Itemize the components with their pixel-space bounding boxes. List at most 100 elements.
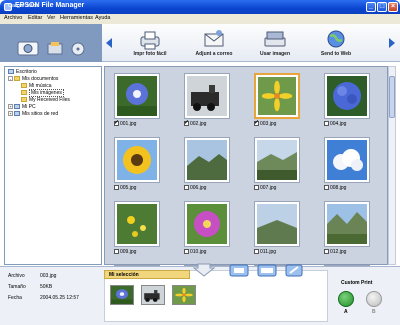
archivo-label: Archivo <box>8 273 25 279</box>
adjunt-correo-button[interactable]: Adjunt a correo <box>184 51 244 57</box>
selection-tab[interactable]: Mi selección <box>104 270 190 279</box>
photo-locomotive <box>187 76 227 116</box>
expand-node[interactable]: + <box>8 104 13 110</box>
thumbnail-image[interactable] <box>254 137 300 183</box>
thumbnail-006[interactable]: 006.jpg <box>178 131 236 195</box>
thumbnail-checkbox[interactable] <box>114 119 119 127</box>
maximize-button[interactable]: □ <box>377 2 387 12</box>
expand-node[interactable]: + <box>8 111 13 117</box>
thumbnail-image[interactable] <box>114 73 160 119</box>
menu-ayuda[interactable]: Ayuda <box>95 15 111 21</box>
custom-print-a-button[interactable] <box>338 291 354 307</box>
folder-icon <box>21 97 27 103</box>
thumbnail-image[interactable] <box>254 73 300 119</box>
thumbnail-caption: 011.jpg <box>254 249 276 255</box>
email-icon[interactable] <box>203 28 225 50</box>
custom-print-b-label: B <box>372 309 376 315</box>
custom-print-label: Custom Print <box>341 280 373 286</box>
thumbnail-011[interactable]: 011.jpg <box>248 195 306 259</box>
thumbnail-image[interactable] <box>184 137 230 183</box>
selection-thumb-morning-glory[interactable] <box>110 285 134 305</box>
thumbnail-image[interactable] <box>254 201 300 247</box>
thumbnail-checkbox[interactable] <box>114 185 119 191</box>
folder-icon <box>14 76 20 82</box>
thumbnail-012[interactable]: 012.jpg <box>318 195 376 259</box>
cd-icon <box>71 42 85 56</box>
network-icon <box>14 111 20 117</box>
thumbnail-checkbox[interactable] <box>114 249 119 255</box>
add-down-arrow-icon <box>192 263 216 277</box>
thumbnail-checkbox[interactable] <box>254 249 259 255</box>
close-button[interactable]: × <box>388 2 398 12</box>
computer-icon <box>14 104 20 110</box>
thumbnail-009[interactable]: 009.jpg <box>108 195 166 259</box>
thumbnail-010[interactable]: 010.jpg <box>178 195 236 259</box>
thumbnail-checkbox[interactable] <box>324 185 329 191</box>
thumbnail-005[interactable]: 005.jpg <box>108 131 166 195</box>
collapse-node[interactable]: - <box>8 76 13 82</box>
custom-print-b-button[interactable] <box>366 291 382 307</box>
thumbnail-checkbox[interactable] <box>184 185 189 191</box>
tree-item-mis-sitios-de-red[interactable]: + Mis sitios de red <box>8 111 58 117</box>
thumbnail-checkbox[interactable] <box>184 249 189 255</box>
thumbnail-003[interactable]: 003.jpg <box>248 67 306 131</box>
tree-item-mis-imagenes[interactable]: Mis imágenes <box>21 89 64 97</box>
thumbnail-001[interactable]: 001.jpg <box>108 67 166 131</box>
thumbnail-008[interactable]: 008.jpg <box>318 131 376 195</box>
thumbnail-004[interactable]: 004.jpg <box>318 67 376 131</box>
folder-tree[interactable]: Escritorio - Mis documentos Mi música Mis… <box>4 66 102 265</box>
toolbar-left-arrow[interactable] <box>106 38 112 48</box>
photo-clouds <box>327 140 367 180</box>
menu-ver[interactable]: Ver <box>47 15 55 21</box>
thumbnail-checkbox[interactable] <box>324 249 329 255</box>
tamano-value: 50KB <box>40 284 53 290</box>
photo-valley <box>257 140 297 180</box>
custom-print-a-label: A <box>344 309 348 315</box>
photo-morning-glory <box>117 76 157 116</box>
menu-herramientas[interactable]: Herramientas <box>60 15 93 21</box>
thumbnail-007[interactable]: 007.jpg <box>248 131 306 195</box>
thumbnail-caption: 001.jpg <box>114 119 136 127</box>
thumbnail-002[interactable]: 002.jpg <box>178 67 236 131</box>
photo-alpine <box>327 204 367 244</box>
thumbnail-image[interactable] <box>324 137 370 183</box>
globe-icon[interactable] <box>325 28 347 50</box>
thumbnail-image[interactable] <box>184 73 230 119</box>
tree-item-mi-pc[interactable]: + Mi PC <box>8 104 36 110</box>
edit-icon <box>285 264 303 277</box>
photo-mountains <box>187 140 227 180</box>
selection-thumb-locomotive[interactable] <box>141 285 165 305</box>
thumbnail-caption: 010.jpg <box>184 249 206 255</box>
photo-ridge <box>257 204 297 244</box>
thumbnail-filename: 003.jpg <box>260 121 277 127</box>
thumbnail-caption: 012.jpg <box>324 249 346 255</box>
menu-editar[interactable]: Editar <box>28 15 42 21</box>
card-reader-icon <box>47 42 63 55</box>
tree-item-mis-documentos[interactable]: - Mis documentos <box>8 76 58 82</box>
send-to-web-button[interactable]: Send to Web <box>306 51 366 57</box>
thumbnail-checkbox[interactable] <box>324 121 329 127</box>
minimize-button[interactable]: _ <box>366 2 376 12</box>
tree-item-escritorio[interactable]: Escritorio <box>8 69 37 75</box>
thumbnail-caption: 009.jpg <box>114 249 136 255</box>
thumbnail-image[interactable] <box>114 201 160 247</box>
thumbnail-filename: 011.jpg <box>260 249 277 255</box>
selection-tools[interactable] <box>192 262 312 278</box>
toolbar-right-arrow[interactable] <box>389 38 395 48</box>
thumbnail-image[interactable] <box>114 137 160 183</box>
impr-foto-facil-button[interactable]: Impr foto fácil <box>120 51 180 57</box>
selection-thumb-yellow-flower[interactable] <box>172 285 196 305</box>
thumbnail-checkbox[interactable] <box>184 119 189 127</box>
scrollbar-thumb[interactable] <box>389 76 395 118</box>
tree-item-my-received-files[interactable]: My Received Files <box>21 97 70 103</box>
menu-archivo[interactable]: Archivo <box>4 15 22 21</box>
thumbnail-checkbox[interactable] <box>254 119 259 127</box>
thumbnail-image[interactable] <box>184 201 230 247</box>
cargar-devices[interactable] <box>12 40 92 60</box>
thumbnail-image[interactable] <box>324 73 370 119</box>
thumbnail-checkbox[interactable] <box>254 185 259 191</box>
printer-icon[interactable] <box>138 29 162 51</box>
thumbnail-image[interactable] <box>324 201 370 247</box>
usar-imagen-button[interactable]: Usar imagen <box>245 51 305 57</box>
scanner-icon[interactable] <box>263 29 287 49</box>
